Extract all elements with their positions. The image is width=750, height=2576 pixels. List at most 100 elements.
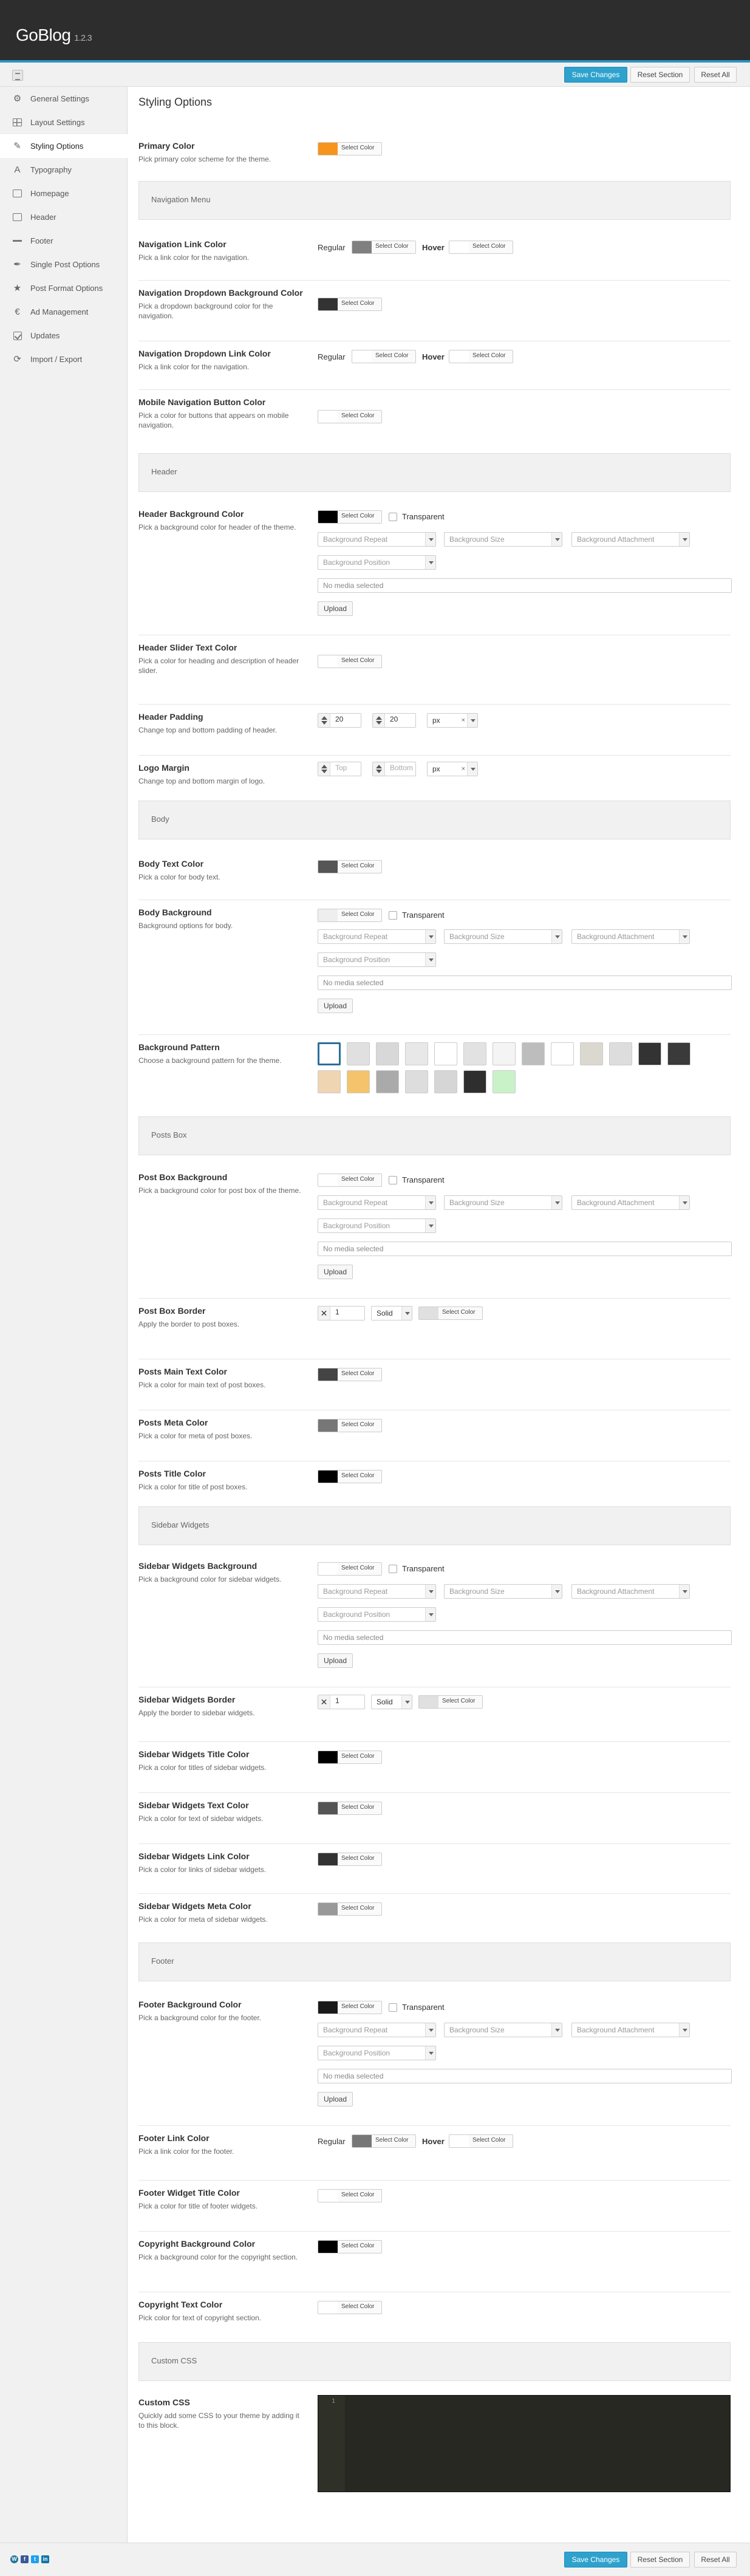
linkedin-icon[interactable]: in (41, 2555, 49, 2563)
pattern-swatch[interactable] (667, 1042, 690, 1065)
save-changes-button-bottom[interactable]: Save Changes (564, 2552, 627, 2567)
transparent-checkbox[interactable] (389, 1176, 397, 1184)
color-picker[interactable]: Select Color (318, 2301, 382, 2314)
background-repeat-select[interactable]: Background Repeat (318, 929, 436, 944)
sidebar-item-typography[interactable]: A Typography (0, 158, 127, 182)
regular-color-picker[interactable]: Select Color (352, 2134, 416, 2148)
color-picker[interactable]: Select Color (318, 142, 382, 155)
margin-top-input[interactable]: Top (318, 762, 361, 776)
background-size-select[interactable]: Background Size (444, 1195, 562, 1210)
color-picker[interactable]: Select Color (318, 2240, 382, 2253)
margin-bottom-input[interactable]: Bottom (372, 762, 416, 776)
move-icon[interactable]: ✕ (318, 1695, 330, 1709)
color-picker[interactable]: Select Color (318, 655, 382, 668)
background-attachment-select[interactable]: Background Attachment (571, 1195, 690, 1210)
pattern-swatch[interactable] (405, 1042, 428, 1065)
sidebar-item-footer[interactable]: Footer (0, 229, 127, 253)
upload-button[interactable]: Upload (318, 1653, 353, 1668)
color-picker[interactable]: Select Color (318, 1562, 382, 1576)
upload-button[interactable]: Upload (318, 2092, 353, 2106)
sidebar-item-import-export[interactable]: ⟳ Import / Export (0, 347, 127, 371)
media-url-field[interactable]: No media selected (318, 1630, 732, 1645)
transparent-checkbox[interactable] (389, 1565, 397, 1573)
pattern-swatch[interactable] (463, 1042, 486, 1065)
border-color-picker[interactable]: Select Color (418, 1695, 483, 1709)
twitter-icon[interactable]: t (31, 2555, 39, 2563)
sidebar-item-single-post-options[interactable]: ✒ Single Post Options (0, 253, 127, 276)
spinner-arrows-icon[interactable] (373, 762, 385, 776)
color-picker[interactable]: Select Color (318, 909, 382, 922)
upload-button[interactable]: Upload (318, 1265, 353, 1279)
color-picker[interactable]: Select Color (318, 2001, 382, 2014)
pattern-swatch[interactable] (318, 1070, 341, 1093)
reset-section-button[interactable]: Reset Section (630, 67, 690, 83)
pattern-swatch[interactable] (609, 1042, 632, 1065)
transparent-checkbox[interactable] (389, 2003, 397, 2012)
pattern-swatch[interactable] (405, 1070, 428, 1093)
pattern-swatch[interactable] (638, 1042, 661, 1065)
background-attachment-select[interactable]: Background Attachment (571, 532, 690, 547)
sidebar-item-general-settings[interactable]: ⚙ General Settings (0, 87, 127, 111)
background-position-select[interactable]: Background Position (318, 555, 436, 570)
media-url-field[interactable]: No media selected (318, 1242, 732, 1256)
sidebar-item-homepage[interactable]: Homepage (0, 182, 127, 205)
sidebar-item-header[interactable]: Header (0, 205, 127, 229)
background-repeat-select[interactable]: Background Repeat (318, 1195, 436, 1210)
border-style-select[interactable]: Solid (371, 1306, 412, 1320)
border-style-select[interactable]: Solid (371, 1695, 412, 1709)
pattern-swatch[interactable] (493, 1042, 516, 1065)
color-picker[interactable]: Select Color (318, 2189, 382, 2202)
media-url-field[interactable]: No media selected (318, 578, 732, 593)
pattern-swatch[interactable] (347, 1070, 370, 1093)
transparent-checkbox[interactable] (389, 513, 397, 521)
reset-all-button-bottom[interactable]: Reset All (694, 2552, 737, 2567)
color-picker[interactable]: Select Color (318, 1419, 382, 1432)
hover-color-picker[interactable]: Select Color (449, 241, 513, 254)
spinner-arrows-icon[interactable] (318, 762, 330, 776)
wordpress-icon[interactable]: W (10, 2555, 18, 2563)
color-picker[interactable]: Select Color (318, 510, 382, 524)
background-position-select[interactable]: Background Position (318, 1218, 436, 1233)
sidebar-item-ad-management[interactable]: € Ad Management (0, 300, 127, 324)
reset-all-button[interactable]: Reset All (694, 67, 737, 83)
transparent-checkbox[interactable] (389, 911, 397, 920)
save-changes-button[interactable]: Save Changes (564, 67, 627, 83)
pattern-swatch[interactable] (347, 1042, 370, 1065)
background-size-select[interactable]: Background Size (444, 929, 562, 944)
background-size-select[interactable]: Background Size (444, 1584, 562, 1599)
unit-select[interactable]: px × (427, 762, 478, 776)
color-picker[interactable]: Select Color (318, 298, 382, 311)
spinner-arrows-icon[interactable] (318, 714, 330, 727)
reset-section-button-bottom[interactable]: Reset Section (630, 2552, 690, 2567)
color-picker[interactable]: Select Color (318, 410, 382, 423)
pattern-swatch[interactable] (580, 1042, 603, 1065)
sidebar-item-styling-options[interactable]: ✎ Styling Options (0, 134, 128, 158)
color-picker[interactable]: Select Color (318, 1368, 382, 1381)
padding-bottom-input[interactable]: 20 (372, 713, 416, 728)
media-url-field[interactable]: No media selected (318, 975, 732, 990)
color-picker[interactable]: Select Color (318, 1470, 382, 1483)
sidebar-item-post-format-options[interactable]: ★ Post Format Options (0, 276, 127, 300)
hover-color-picker[interactable]: Select Color (449, 350, 513, 363)
color-picker[interactable]: Select Color (318, 1853, 382, 1866)
hover-color-picker[interactable]: Select Color (449, 2134, 513, 2148)
upload-button[interactable]: Upload (318, 601, 353, 616)
background-attachment-select[interactable]: Background Attachment (571, 2023, 690, 2037)
sidebar-item-layout-settings[interactable]: Layout Settings (0, 111, 127, 134)
pattern-swatch[interactable] (493, 1070, 516, 1093)
css-code-editor[interactable]: 1 (318, 2395, 731, 2492)
padding-top-input[interactable]: 20 (318, 713, 361, 728)
pattern-swatch[interactable] (376, 1070, 399, 1093)
pattern-swatch[interactable] (463, 1070, 486, 1093)
border-color-picker[interactable]: Select Color (418, 1307, 483, 1320)
background-position-select[interactable]: Background Position (318, 1607, 436, 1622)
background-repeat-select[interactable]: Background Repeat (318, 532, 436, 547)
menu-toggle-icon[interactable] (12, 70, 23, 81)
upload-button[interactable]: Upload (318, 999, 353, 1013)
pattern-swatch[interactable] (318, 1042, 341, 1065)
pattern-swatch[interactable] (434, 1042, 457, 1065)
spinner-arrows-icon[interactable] (373, 714, 385, 727)
move-icon[interactable]: ✕ (318, 1307, 330, 1320)
background-attachment-select[interactable]: Background Attachment (571, 929, 690, 944)
background-size-select[interactable]: Background Size (444, 2023, 562, 2037)
